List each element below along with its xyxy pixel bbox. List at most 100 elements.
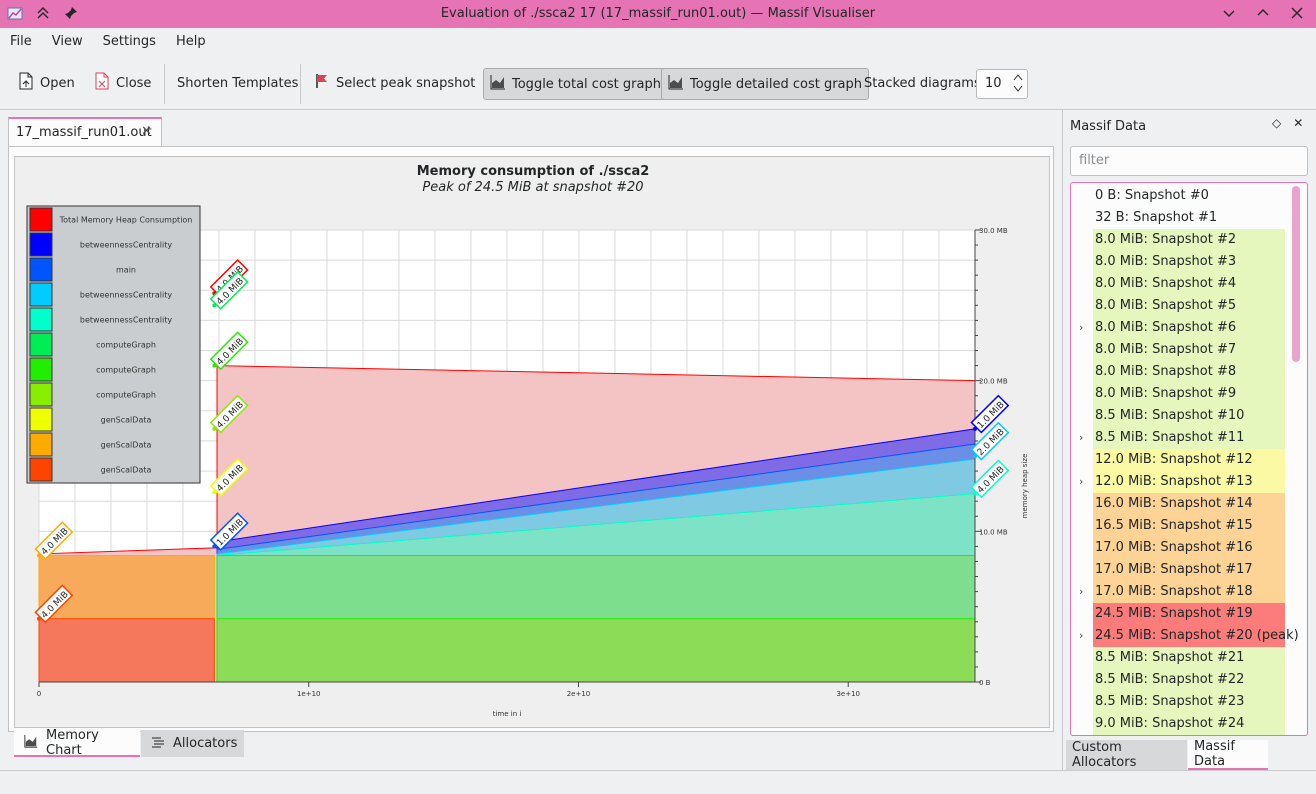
snapshot-row[interactable]: 16.5 MiB: Snapshot #15 [1093,515,1285,537]
toggle-total-cost-button[interactable]: Toggle total cost graph [483,68,668,100]
toolbar-separator [300,64,301,104]
snapshot-row[interactable]: 8.5 MiB: Snapshot #22 [1093,669,1285,691]
dock-splitter[interactable] [1062,110,1063,770]
snapshot-row[interactable]: 17.0 MiB: Snapshot #18 [1093,581,1285,603]
expand-arrow-icon[interactable]: › [1079,581,1083,603]
snapshot-row[interactable]: 12.0 MiB: Snapshot #13 [1093,471,1285,493]
snapshot-row[interactable]: 0 B: Snapshot #0 [1093,185,1285,207]
expand-arrow-icon[interactable]: › [1079,471,1083,493]
snapshot-row[interactable]: 8.0 MiB: Snapshot #2 [1093,229,1285,251]
spin-arrows-icon[interactable] [1013,72,1023,98]
y-tick-label: 20.0 MB [979,378,1008,386]
legend-swatch [29,257,53,282]
close-tab-icon[interactable]: ✕ [141,124,152,139]
legend-label: betweennessCentrality [80,241,172,250]
tab-massif-data[interactable]: Massif Data [1188,739,1268,770]
area-chart-icon [24,734,38,752]
menu-settings[interactable]: Settings [93,28,166,56]
snapshot-row[interactable]: 8.0 MiB: Snapshot #8 [1093,361,1285,383]
filter-input-box[interactable] [1070,146,1308,176]
close-button[interactable]: Close [88,68,157,98]
snapshot-row[interactable]: 12.0 MiB: Snapshot #12 [1093,449,1285,471]
memory-chart-tab-label: Memory Chart [46,727,99,758]
minimize-icon[interactable] [1220,4,1238,22]
scrollbar-thumb[interactable] [1292,186,1300,362]
legend-label: computeGraph [96,391,156,400]
snapshot-row[interactable]: 9.0 MiB: Snapshot #24 [1093,713,1285,735]
float-dock-icon[interactable]: ◇ [1272,116,1281,130]
window-title: Evaluation of ./ssca2 17 (17_massif_run0… [440,6,876,21]
annotation-marker [212,544,217,549]
toolbar: Open Close Shorten Templates Select peak… [0,60,1316,106]
legend-swatch [29,382,53,407]
snapshot-row[interactable]: 8.0 MiB: Snapshot #4 [1093,273,1285,295]
close-label: Close [116,75,152,91]
area-chart-icon [490,74,506,94]
document-tab-label: 17_massif_run01.out [16,125,152,140]
select-peak-button[interactable]: Select peak snapshot [308,68,481,98]
legend-label: main [116,266,136,275]
snapshot-row[interactable]: 32 B: Snapshot #1 [1093,207,1285,229]
snapshot-row[interactable]: 8.5 MiB: Snapshot #23 [1093,691,1285,713]
snapshot-row[interactable]: 8.0 MiB: Snapshot #7 [1093,339,1285,361]
menu-view[interactable]: View [42,28,93,56]
window-titlebar: Evaluation of ./ssca2 17 (17_massif_run0… [0,0,1316,28]
snapshot-row[interactable]: 17.0 MiB: Snapshot #17 [1093,559,1285,581]
stacked-value: 10 [985,76,1002,91]
dock-title: Massif Data [1070,119,1147,134]
custom-allocators-tab-label: Custom Allocators [1072,740,1137,770]
annotation-marker [212,363,217,368]
stacked-diagrams-spinbox[interactable]: 10 [976,69,1028,99]
annotation-marker [37,616,41,621]
menubar: File View Settings Help [0,28,1316,56]
snapshot-row[interactable]: 8.0 MiB: Snapshot #9 [1093,383,1285,405]
snapshot-row[interactable]: 24.5 MiB: Snapshot #19 [1093,603,1285,625]
series-area [38,618,215,683]
snapshot-row[interactable]: 24.5 MiB: Snapshot #20 (peak) [1093,625,1299,647]
open-file-icon [18,72,34,94]
snapshot-row[interactable]: 8.0 MiB: Snapshot #5 [1093,295,1285,317]
snapshot-tree[interactable]: 0 B: Snapshot #0 32 B: Snapshot #1 8.0 MiB… [1070,182,1308,736]
tab-custom-allocators[interactable]: Custom Allocators [1066,740,1187,770]
snapshot-row[interactable]: 8.5 MiB: Snapshot #21 [1093,647,1285,669]
toggle-detailed-label: Toggle detailed cost graph [690,76,863,92]
x-tick-label: 1e+10 [297,690,321,698]
menu-help[interactable]: Help [166,28,216,56]
snapshot-row[interactable]: 8.0 MiB: Snapshot #3 [1093,251,1285,273]
close-window-icon[interactable] [1288,4,1306,22]
expand-arrow-icon[interactable]: › [1079,625,1083,647]
annotation-marker [212,490,217,495]
filter-input[interactable] [1071,147,1307,174]
x-tick-label: 3e+10 [836,690,860,698]
menu-file[interactable]: File [0,28,42,56]
stacked-label-text: Stacked diagrams: [864,75,986,91]
shorten-templates-button[interactable]: Shorten Templates [171,68,304,98]
tab-allocators[interactable]: Allocators [141,730,244,757]
maximize-icon[interactable] [1254,4,1272,22]
toolbar-divider [0,109,1316,110]
toggle-detailed-cost-button[interactable]: Toggle detailed cost graph [661,68,870,100]
y-tick-label: 0 B [979,679,991,687]
tab-memory-chart[interactable]: Memory Chart [14,727,140,758]
peak-label: Select peak snapshot [336,75,476,91]
expand-arrow-icon[interactable]: › [1079,427,1083,449]
snapshot-row[interactable]: 8.5 MiB: Snapshot #11 [1093,427,1285,449]
expand-arrow-icon[interactable]: › [1079,317,1083,339]
legend-swatch [29,432,53,457]
legend-swatch [29,207,53,232]
snapshot-row[interactable]: 17.0 MiB: Snapshot #16 [1093,537,1285,559]
close-dock-icon[interactable]: ✕ [1293,116,1303,130]
legend-label: computeGraph [96,366,156,375]
toggle-total-label: Toggle total cost graph [512,76,661,92]
tab-document[interactable]: 17_massif_run01.out ✕ [8,117,162,147]
y-tick-label: 30.0 MB [979,227,1008,235]
legend-label: computeGraph [96,341,156,350]
open-button[interactable]: Open [12,68,81,98]
area-chart-icon [668,74,684,94]
annotation-marker [973,426,977,431]
snapshot-row[interactable]: 8.0 MiB: Snapshot #6 [1093,317,1285,339]
legend-swatch [29,232,53,257]
snapshot-row[interactable]: 16.0 MiB: Snapshot #14 [1093,493,1285,515]
snapshot-row[interactable]: 8.5 MiB: Snapshot #10 [1093,405,1285,427]
y-axis-label: memory heap size [1021,454,1029,519]
